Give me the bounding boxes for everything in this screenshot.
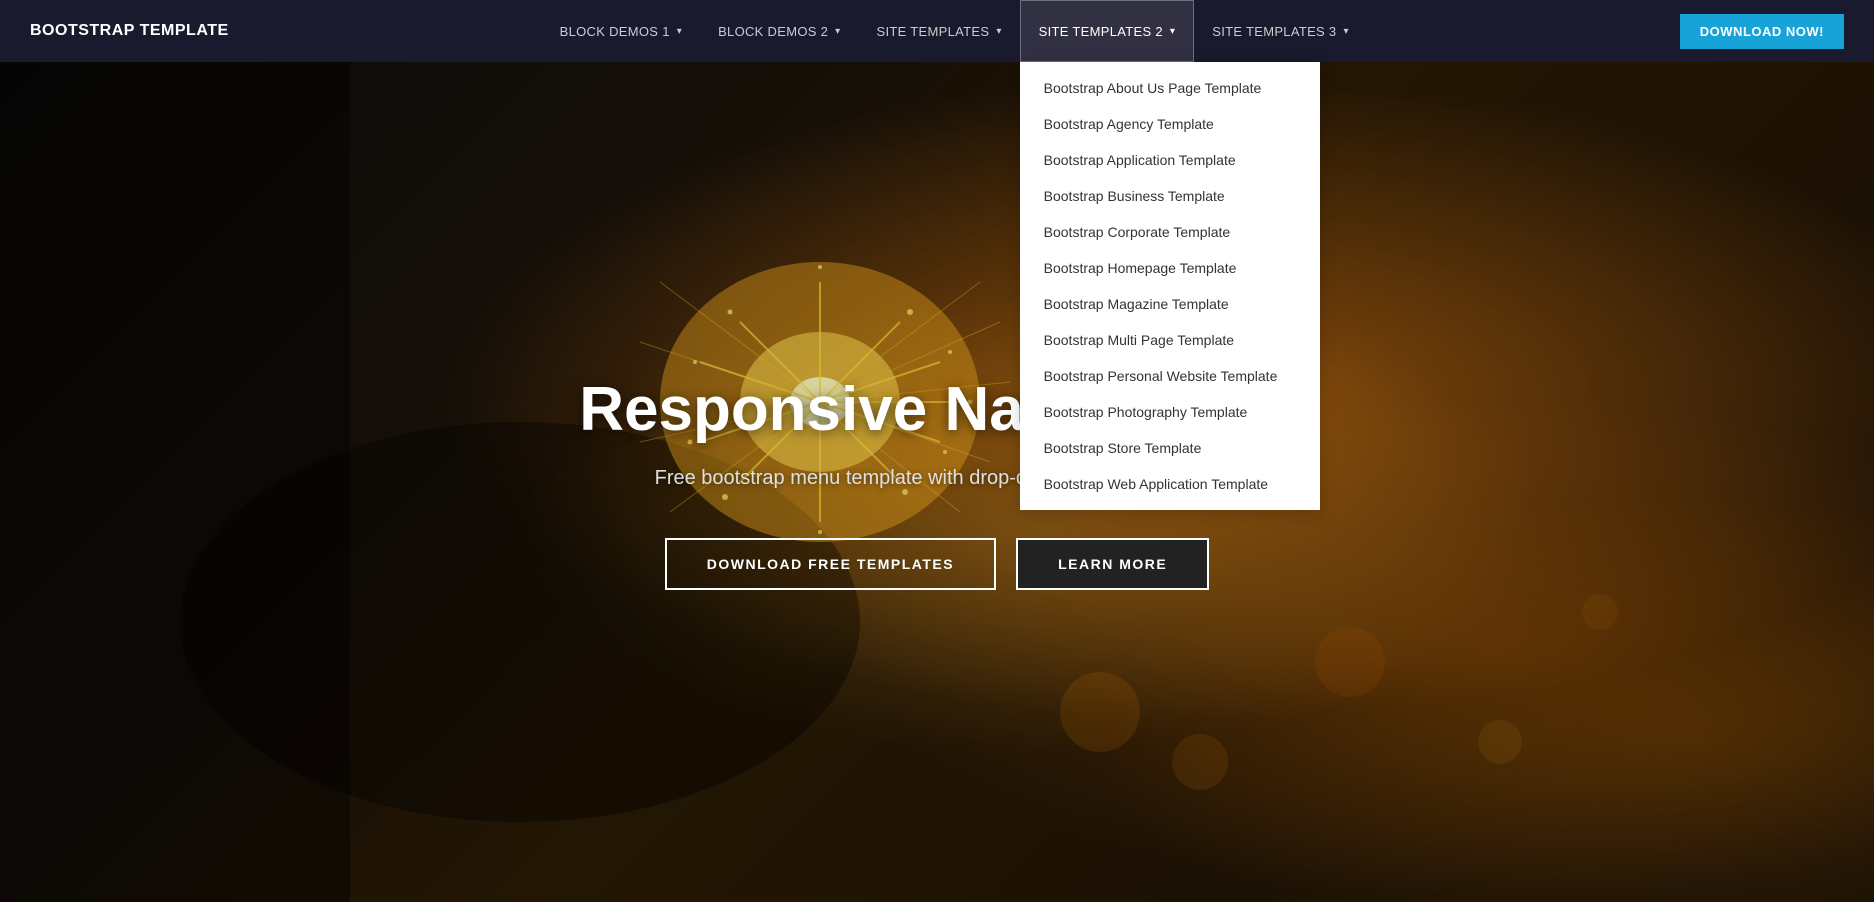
nav-link-site-templates-3[interactable]: SITE TEMPLATES 3 ▾ xyxy=(1194,0,1367,62)
caret-icon: ▾ xyxy=(1170,26,1175,37)
caret-icon: ▾ xyxy=(996,26,1001,37)
nav-link-block-demos-2[interactable]: BLOCK DEMOS 2 ▾ xyxy=(700,0,858,62)
dropdown-item-about-us[interactable]: Bootstrap About Us Page Template xyxy=(1020,70,1320,106)
dropdown-item-homepage[interactable]: Bootstrap Homepage Template xyxy=(1020,250,1320,286)
dropdown-item-business[interactable]: Bootstrap Business Template xyxy=(1020,178,1320,214)
nav-item-site-templates-3: SITE TEMPLATES 3 ▾ xyxy=(1194,0,1367,62)
nav-item-block-demos-1: BLOCK DEMOS 1 ▾ xyxy=(542,0,700,62)
dropdown-item-photography[interactable]: Bootstrap Photography Template xyxy=(1020,394,1320,430)
caret-icon: ▾ xyxy=(1343,26,1348,37)
navbar: BOOTSTRAP TEMPLATE BLOCK DEMOS 1 ▾ BLOCK… xyxy=(0,0,1874,62)
nav-item-site-templates-2: SITE TEMPLATES 2 ▾ Bootstrap About Us Pa… xyxy=(1020,0,1195,62)
nav-link-site-templates[interactable]: SITE TEMPLATES ▾ xyxy=(859,0,1020,62)
dropdown-item-web-application[interactable]: Bootstrap Web Application Template xyxy=(1020,466,1320,502)
dropdown-item-magazine[interactable]: Bootstrap Magazine Template xyxy=(1020,286,1320,322)
dropdown-item-corporate[interactable]: Bootstrap Corporate Template xyxy=(1020,214,1320,250)
dropdown-item-personal-website[interactable]: Bootstrap Personal Website Template xyxy=(1020,358,1320,394)
download-templates-button[interactable]: DOWNLOAD FREE TEMPLATES xyxy=(665,538,996,590)
dropdown-item-store[interactable]: Bootstrap Store Template xyxy=(1020,430,1320,466)
caret-icon: ▾ xyxy=(835,26,840,37)
site-templates-2-dropdown: Bootstrap About Us Page Template Bootstr… xyxy=(1020,62,1320,510)
nav-item-block-demos-2: BLOCK DEMOS 2 ▾ xyxy=(700,0,858,62)
caret-icon: ▾ xyxy=(677,26,682,37)
download-now-button[interactable]: DOWNLOAD NOW! xyxy=(1680,14,1844,49)
dropdown-item-agency[interactable]: Bootstrap Agency Template xyxy=(1020,106,1320,142)
learn-more-button[interactable]: LEARN MORE xyxy=(1016,538,1209,590)
hero-buttons: DOWNLOAD FREE TEMPLATES LEARN MORE xyxy=(579,538,1295,590)
nav-link-site-templates-2[interactable]: SITE TEMPLATES 2 ▾ xyxy=(1020,0,1195,62)
nav-item-site-templates: SITE TEMPLATES ▾ xyxy=(859,0,1020,62)
dropdown-item-multi-page[interactable]: Bootstrap Multi Page Template xyxy=(1020,322,1320,358)
navbar-brand: BOOTSTRAP TEMPLATE xyxy=(30,22,229,40)
hero-section: Responsive Navbar Tem Free bootstrap men… xyxy=(0,62,1874,902)
dropdown-item-application[interactable]: Bootstrap Application Template xyxy=(1020,142,1320,178)
navbar-nav: BLOCK DEMOS 1 ▾ BLOCK DEMOS 2 ▾ SITE TEM… xyxy=(542,0,1367,62)
nav-link-block-demos-1[interactable]: BLOCK DEMOS 1 ▾ xyxy=(542,0,700,62)
